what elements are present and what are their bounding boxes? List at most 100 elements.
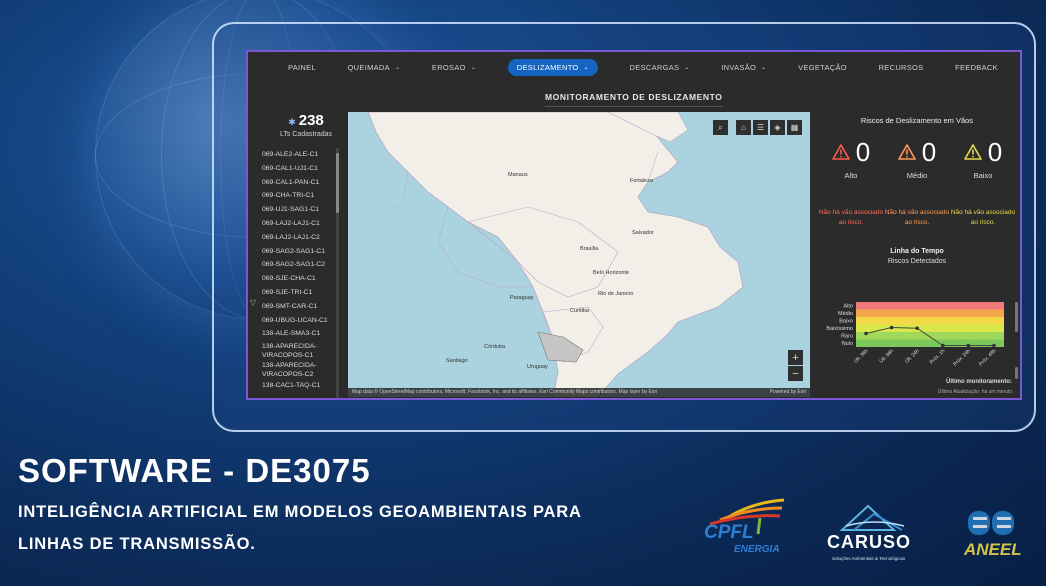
app-window: PAINEL QUEIMADA ⌄ EROSAO ⌄ DESLIZAMENTO ⌄ DESCA… (246, 50, 1022, 400)
lt-list-item[interactable]: 069-LAJ2-LAJ1-C2 (262, 231, 342, 245)
data-point[interactable] (864, 331, 868, 336)
risk-level-label: Médio (906, 171, 928, 180)
city-label: Paraguay (510, 295, 534, 301)
lt-list-item[interactable]: 069-SAG2-SAG1-C2 (262, 258, 342, 272)
risk-panel: Riscos de Deslizamento em Vãos 0 Alto Não … (814, 112, 1020, 398)
risk-count: 0 (987, 137, 1003, 167)
y-tick-label: Baixíssimo (826, 326, 853, 332)
home-icon[interactable]: ⌂ (736, 120, 751, 135)
data-point[interactable] (941, 343, 945, 348)
map-view[interactable]: Manaus Fortaleza Salvador Brasília Belo … (348, 112, 810, 397)
lt-list-item[interactable]: 138-APARECIDA-VIRACOPOS-C2 (262, 360, 342, 379)
chevron-down-icon: ⌄ (470, 64, 477, 71)
data-point[interactable] (889, 325, 894, 330)
caruso-text: CARUSO (827, 532, 912, 552)
list-icon[interactable]: ☰ (753, 120, 768, 135)
city-label: Brasília (580, 246, 599, 252)
layers-icon[interactable]: ◈ (770, 120, 785, 135)
risk-card-alto: 0 Alto Não há vão associado ao risco. (818, 139, 884, 228)
lt-list-item[interactable]: 069-LAJ2-LAJ1-C1 (262, 217, 342, 231)
lt-list-item[interactable]: 069-SAG2-SAG1-C1 (262, 245, 342, 259)
nav-label: VEGETAÇÃO (798, 62, 847, 72)
city-label: Manaus (508, 172, 528, 178)
lt-list-item[interactable]: 069-UBUG-UCAN-C1 (262, 314, 342, 328)
basemap-icon[interactable]: ▦ (787, 120, 802, 135)
map-attribution: Map data © OpenStreetMap contributors, M… (348, 388, 810, 397)
x-tick-label: Próx. 48h (978, 348, 998, 368)
lt-list-item[interactable]: 069-SJE-CHA-C1 (262, 272, 342, 286)
attribution-text: Map data © OpenStreetMap contributors, M… (352, 389, 658, 395)
city-label: Córdoba (484, 344, 506, 350)
lt-list-item[interactable]: 069-CHA-TRI-C1 (262, 189, 342, 203)
lt-sidebar: ✱ 238 LTs Cadastradas 069-ALE2-ALE-C1 069-… (248, 112, 346, 398)
lt-list-scrollbar[interactable] (336, 148, 339, 398)
chart-band (856, 332, 1004, 340)
caruso-sub: Soluções Ambientais & Tecnológicas (832, 556, 906, 561)
lt-list-item[interactable]: 069-SMT-CAR-C1 (262, 300, 342, 314)
risk-message: Não há vão associado ao risco. (950, 209, 1016, 226)
filter-icon[interactable]: ▽ (250, 298, 256, 307)
lt-list-item[interactable]: 069-UJ1-SAG1-C1 (262, 203, 342, 217)
city-label: Uruguay (527, 364, 548, 370)
risk-level-label: Alto (844, 171, 858, 180)
panel-scrollbar[interactable] (1015, 302, 1018, 332)
nav-item-feedback[interactable]: FEEDBACK (955, 63, 998, 72)
lt-list-item[interactable]: 069-CAL1-UJ1-C1 (262, 162, 342, 176)
data-point[interactable] (915, 326, 919, 331)
last-update: Última Atualização: há um minuto (937, 389, 1012, 395)
page-title: MONITORAMENTO DE DESLIZAMENTO (545, 92, 723, 107)
y-tick-label: Nulo (842, 341, 853, 347)
search-icon[interactable]: ⌕ (713, 120, 728, 135)
warning-icon (897, 144, 916, 160)
y-tick-label: Médio (838, 311, 853, 317)
nav-item-erosao[interactable]: EROSAO ⌄ (432, 63, 476, 72)
lt-list-item[interactable]: 069-ALE2-ALE-C1 (262, 148, 342, 162)
lt-list-item[interactable]: 138-ALE-SMA3-C1 (262, 327, 342, 341)
nav-label: PAINEL (288, 62, 316, 72)
zoom-out-button[interactable]: − (788, 366, 803, 381)
warning-icon (963, 144, 982, 160)
nav-item-vegetação[interactable]: VEGETAÇÃO (798, 63, 847, 72)
nav-label: FEEDBACK (955, 62, 998, 72)
headline: SOFTWARE - DE3075 (18, 452, 371, 489)
nav-item-recursos[interactable]: RECURSOS (879, 63, 924, 72)
chart-band (856, 317, 1004, 325)
nav-label: DESCARGAS (629, 62, 680, 72)
zoom-in-button[interactable]: + (788, 350, 803, 365)
risk-cards: 0 Alto Não há vão associado ao risco. 0 Médi… (814, 139, 1020, 228)
lt-list-item[interactable]: 069-SJE-TRI-C1 (262, 286, 342, 300)
nav-item-queimada[interactable]: QUEIMADA ⌄ (348, 63, 401, 72)
nav-label: EROSAO (431, 62, 466, 72)
risk-title: Riscos de Deslizamento em Vãos (860, 116, 974, 125)
chevron-down-icon: ⌄ (761, 64, 767, 71)
tower-icon: ✱ (288, 117, 296, 127)
nav-label: RECURSOS (878, 62, 924, 72)
lt-list-item[interactable]: 069-CAL1-PAN-C1 (262, 176, 342, 190)
city-label: Curitiba (570, 308, 589, 314)
lt-list-item[interactable]: 138-CAC1-TAQ-C1 (262, 379, 342, 393)
top-nav: PAINEL QUEIMADA ⌄ EROSAO ⌄ DESLIZAMENTO ⌄ DESCA… (248, 52, 1020, 82)
x-tick-label: Últ. 24h (903, 347, 920, 364)
lt-list-item[interactable]: 138-APARECIDA-VIRACOPOS-C1 (262, 341, 342, 360)
risk-timeline-chart: AltoMédio BaixoBaixíssimo RaroNuloÚlt. 36h… (826, 302, 1004, 368)
risk-message: Não há vão associado ao risco. (818, 209, 884, 226)
lt-count-value: 238 (298, 112, 324, 129)
panel-scrollbar[interactable] (1015, 367, 1018, 379)
nav-item-painel[interactable]: PAINEL (288, 63, 316, 72)
nav-item-deslizamento[interactable]: DESLIZAMENTO ⌄ (507, 58, 598, 76)
x-tick-label: Próx. 24h (952, 348, 972, 368)
powered-by[interactable]: Powered by Esri (770, 388, 806, 397)
data-point[interactable] (966, 343, 971, 348)
y-tick-label: Baixo (839, 319, 853, 325)
aneel-logo: ANEEL (962, 508, 1024, 564)
risk-card-baixo: 0 Baixo Não há vão associado ao risco. (950, 139, 1016, 228)
nav-label: INVASÃO (721, 62, 757, 72)
data-point[interactable] (992, 343, 996, 348)
nav-item-invasão[interactable]: INVASÃO ⌄ (721, 63, 766, 72)
lt-count: ✱ 238 LTs Cadastradas (266, 112, 346, 138)
risk-card-medio: 0 Médio Não há vão associado ao risco. (884, 139, 950, 228)
nav-label: QUEIMADA (347, 62, 390, 72)
nav-item-descargas[interactable]: DESCARGAS ⌄ (630, 63, 690, 72)
city-label: Rio de Janeiro (598, 291, 634, 297)
city-label: Santiago (446, 358, 468, 364)
